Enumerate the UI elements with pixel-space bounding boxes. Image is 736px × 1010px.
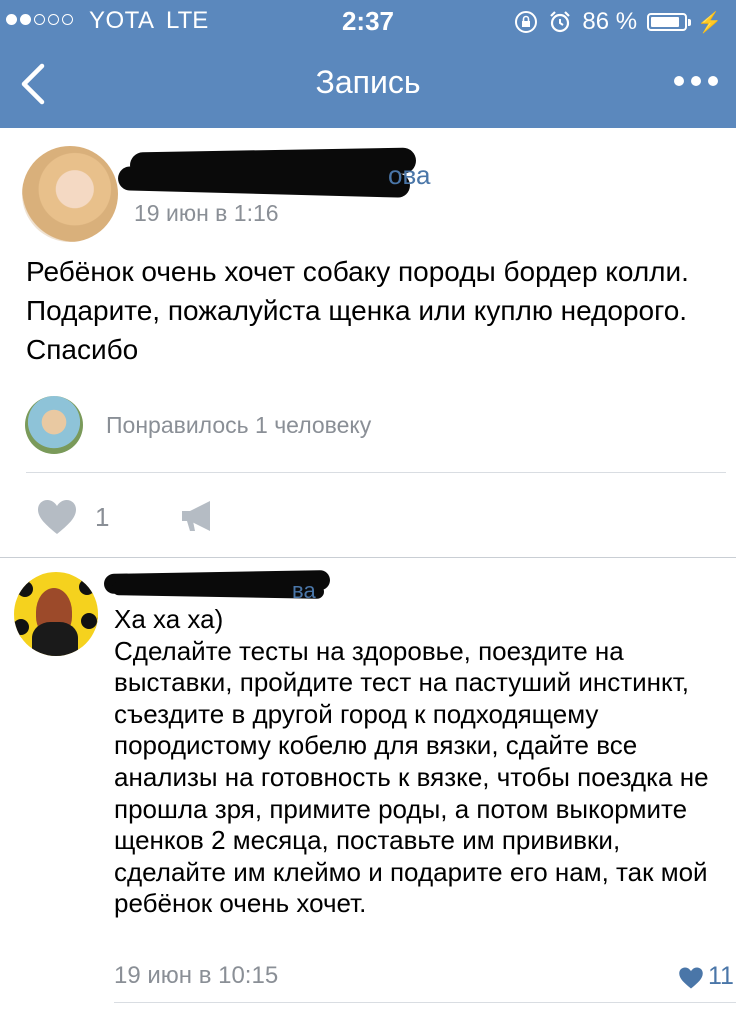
post-text: Ребёнок очень хочет собаку породы бордер…: [26, 256, 689, 365]
comment-first-line: Ха ха ха): [114, 604, 224, 634]
author-avatar[interactable]: [22, 146, 118, 242]
battery-icon: [647, 13, 692, 31]
divider: [26, 472, 726, 473]
likes-summary[interactable]: Понравилось 1 человеку: [106, 412, 371, 439]
charging-icon: ⚡: [697, 11, 722, 34]
more-options-button[interactable]: [674, 70, 718, 92]
post-date: 19 июн в 1:16: [134, 200, 279, 226]
status-bar: YOTA LTE 2:37 86 % ⚡: [0, 0, 736, 42]
top-bar: YOTA LTE 2:37 86 % ⚡ Запись: [0, 0, 736, 128]
like-count: 1: [95, 502, 110, 532]
divider: [114, 1002, 736, 1003]
orientation-lock-icon: [515, 11, 538, 33]
commenter-name[interactable]: ва: [292, 578, 316, 604]
like-button[interactable]: [36, 498, 78, 536]
author-name[interactable]: ова: [388, 160, 430, 191]
divider: [0, 557, 736, 558]
liker-avatar[interactable]: [25, 396, 83, 454]
comment-like-button[interactable]: [678, 966, 704, 990]
alarm-icon: [550, 11, 571, 33]
share-megaphone-icon[interactable]: [178, 497, 216, 535]
comment-text: Ха ха ха) Сделайте тесты на здоровье, по…: [114, 604, 728, 920]
comment-date: 19 июн в 10:15: [114, 962, 279, 989]
page-title: Запись: [315, 64, 421, 100]
comment-body: Сделайте тесты на здоровье, поездите на …: [114, 635, 709, 919]
battery-percent: 86 %: [582, 8, 638, 35]
commenter-avatar[interactable]: [14, 572, 98, 656]
comment-like-count: 11: [708, 962, 734, 990]
